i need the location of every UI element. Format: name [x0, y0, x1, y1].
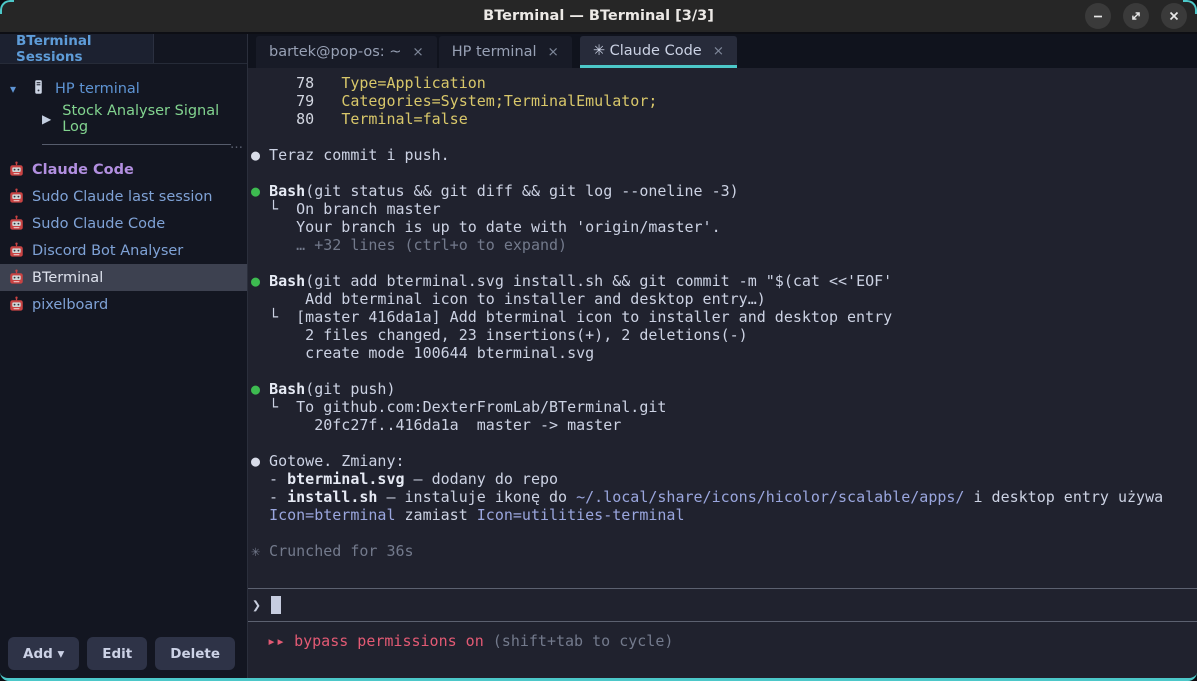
terminal-output: 78 Type=Application 79 Categories=System…	[248, 68, 1197, 588]
terminal-line	[251, 362, 1193, 380]
minimize-icon	[1092, 10, 1104, 22]
terminal-line: Add bterminal icon to installer and desk…	[251, 290, 1193, 308]
session-item[interactable]: Sudo Claude Code	[0, 210, 247, 237]
session-label: Discord Bot Analyser	[32, 243, 183, 259]
robot-icon	[8, 296, 25, 313]
tab-bar: bartek@pop-os: ~ × HP terminal × ✳ Claud…	[248, 34, 1197, 68]
terminal-line: - install.sh — instaluje ikonę do ~/.loc…	[251, 488, 1193, 506]
pc-tower-icon	[31, 79, 46, 99]
terminal-line: 2 files changed, 23 insertions(+), 2 del…	[251, 326, 1193, 344]
robot-icon	[8, 269, 25, 286]
tab-close-icon[interactable]: ×	[412, 44, 423, 60]
mode-cycle-hint: (shift+tab to cycle)	[484, 632, 674, 650]
window-controls	[1085, 3, 1197, 29]
edit-session-button[interactable]: Edit	[87, 637, 147, 670]
terminal-line: └ [master 416da1a] Add bterminal icon to…	[251, 308, 1193, 326]
terminal-tab[interactable]: ✳ Claude Code ×	[580, 36, 737, 68]
sidebar-title: BTerminal Sessions	[16, 33, 153, 65]
session-item[interactable]: pixelboard	[0, 291, 247, 318]
window-title: BTerminal — BTerminal [3/3]	[0, 8, 1197, 24]
session-tree: ▾ HP terminal ▶ Stock Analyser Signal Lo…	[0, 64, 247, 156]
terminal-pane[interactable]: 78 Type=Application 79 Categories=System…	[248, 68, 1197, 678]
session-label: pixelboard	[32, 297, 108, 313]
robot-icon	[8, 188, 25, 205]
close-icon	[1168, 10, 1180, 22]
terminal-line: 20fc27f..416da1a master -> master	[251, 416, 1193, 434]
maximize-icon	[1130, 10, 1142, 22]
terminal-line: … +32 lines (ctrl+o to expand)	[251, 236, 1193, 254]
terminal-line: 80 Terminal=false	[251, 110, 1193, 128]
sidebar-button-bar: Add ▾ Edit Delete	[0, 629, 247, 678]
session-item[interactable]: Discord Bot Analyser	[0, 237, 247, 264]
terminal-line: ● Bash(git add bterminal.svg install.sh …	[251, 272, 1193, 290]
terminal-line: 78 Type=Application	[251, 74, 1193, 92]
terminal-line: Your branch is up to date with 'origin/m…	[251, 218, 1193, 236]
sessions-sidebar: BTerminal Sessions ▾ HP terminal	[0, 34, 248, 678]
main-area: bartek@pop-os: ~ × HP terminal × ✳ Claud…	[248, 34, 1197, 678]
play-icon: ▶	[42, 112, 51, 126]
session-label: Claude Code	[32, 162, 134, 178]
terminal-line	[251, 524, 1193, 542]
tab-close-icon[interactable]: ×	[713, 43, 724, 59]
session-label: Sudo Claude last session	[32, 189, 212, 205]
titlebar: BTerminal — BTerminal [3/3]	[0, 0, 1197, 34]
bypass-mode-label: ▸▸ bypass permissions on	[267, 632, 484, 650]
collapse-arrow-icon[interactable]: ▾	[10, 82, 22, 96]
tree-item-hp-terminal[interactable]: ▾ HP terminal	[0, 74, 247, 104]
tab-label: bartek@pop-os: ~	[269, 44, 401, 60]
divider-line	[42, 144, 231, 145]
sidebar-divider: …	[0, 134, 247, 156]
tree-item-stock-analyser[interactable]: ▶ Stock Analyser Signal Log	[0, 104, 247, 134]
session-item[interactable]: Claude Code	[0, 156, 247, 183]
prompt-chevron: ❯	[252, 596, 261, 614]
minimize-button[interactable]	[1085, 3, 1111, 29]
tab-close-icon[interactable]: ×	[548, 44, 559, 60]
text-cursor	[271, 596, 281, 614]
terminal-line	[251, 254, 1193, 272]
session-item[interactable]: BTerminal	[0, 264, 247, 291]
terminal-line	[251, 164, 1193, 182]
terminal-line: ● Bash(git status && git diff && git log…	[251, 182, 1193, 200]
delete-session-button[interactable]: Delete	[155, 637, 235, 670]
robot-icon	[8, 242, 25, 259]
terminal-line: ✳ Crunched for 36s	[251, 542, 1193, 560]
terminal-tab[interactable]: HP terminal ×	[439, 36, 572, 68]
terminal-line: create mode 100644 bterminal.svg	[251, 344, 1193, 362]
session-label: BTerminal	[32, 270, 103, 286]
terminal-line: 79 Categories=System;TerminalEmulator;	[251, 92, 1193, 110]
bterminal-window: BTerminal — BTerminal [3/3]	[0, 0, 1197, 681]
tab-label: ✳ Claude Code	[593, 43, 702, 59]
add-session-button[interactable]: Add ▾	[8, 637, 79, 670]
terminal-line: Icon=bterminal zamiast Icon=utilities-te…	[251, 506, 1193, 524]
robot-icon	[8, 161, 25, 178]
terminal-line: └ To github.com:DexterFromLab/BTerminal.…	[251, 398, 1193, 416]
tree-item-label: Stock Analyser Signal Log	[62, 103, 247, 135]
tab-label: HP terminal	[452, 44, 537, 60]
session-list: Claude Code Sudo Claude last session	[0, 156, 247, 318]
robot-icon	[8, 215, 25, 232]
terminal-line: ● Bash(git push)	[251, 380, 1193, 398]
prompt-row[interactable]: ❯	[248, 588, 1197, 622]
terminal-line: ● Teraz commit i push.	[251, 146, 1193, 164]
sidebar-header-bar: BTerminal Sessions	[0, 34, 247, 64]
terminal-line	[251, 434, 1193, 452]
terminal-tab[interactable]: bartek@pop-os: ~ ×	[256, 36, 437, 68]
tree-item-label: HP terminal	[55, 81, 140, 97]
session-label: Sudo Claude Code	[32, 216, 165, 232]
close-button[interactable]	[1161, 3, 1187, 29]
terminal-line	[251, 128, 1193, 146]
terminal-line: └ On branch master	[251, 200, 1193, 218]
divider-ellipsis: …	[230, 137, 243, 152]
maximize-button[interactable]	[1123, 3, 1149, 29]
session-item[interactable]: Sudo Claude last session	[0, 183, 247, 210]
terminal-line: - bterminal.svg — dodany do repo	[251, 470, 1193, 488]
permissions-status-bar[interactable]: ▸▸ bypass permissions on (shift+tab to c…	[248, 622, 1197, 678]
terminal-line: ● Gotowe. Zmiany:	[251, 452, 1193, 470]
sidebar-header-tab: BTerminal Sessions	[0, 34, 154, 63]
